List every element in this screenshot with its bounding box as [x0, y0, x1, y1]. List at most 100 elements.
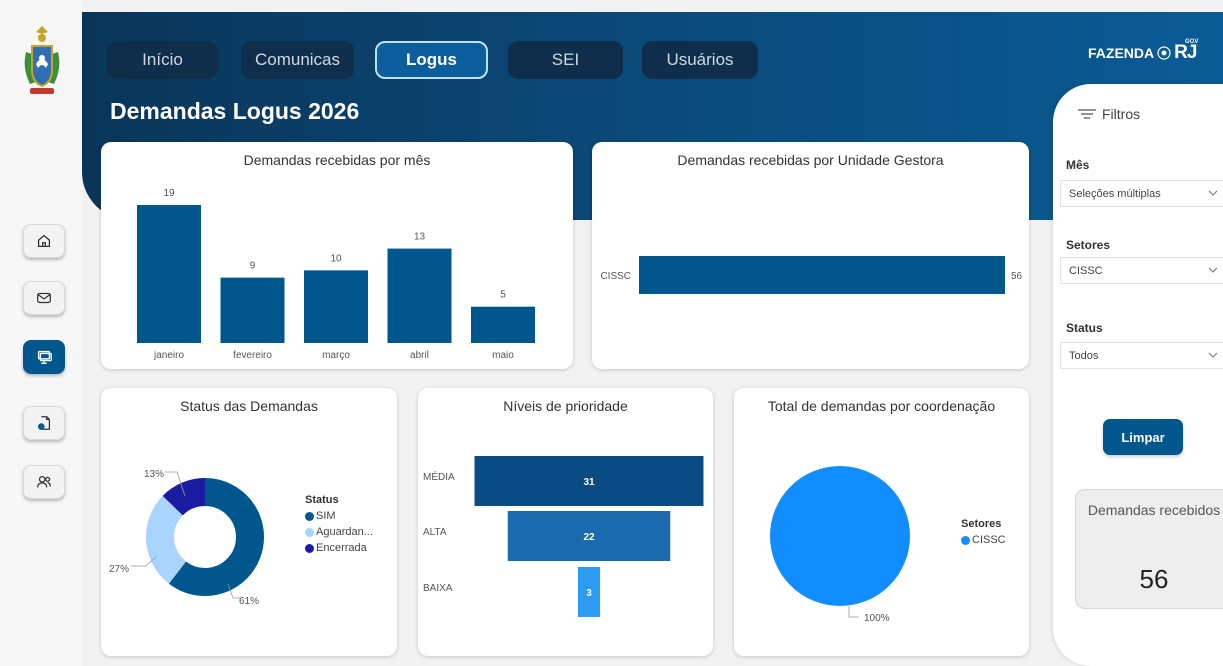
- legend-item-encerrada: Encerrada: [305, 542, 373, 554]
- x-tick-label: fevereiro: [233, 350, 272, 361]
- tab-usuarios[interactable]: Usuários: [642, 41, 758, 79]
- crest-small-icon: [1157, 46, 1171, 60]
- data-label: 61%: [239, 596, 259, 607]
- monthly-bar-chart: 19 janeiro 9 fevereiro 10 março 13 abril 5 maio: [137, 188, 535, 361]
- unit-bar-chart: CISSC 56: [600, 256, 1023, 294]
- nav-users-button[interactable]: [23, 465, 65, 499]
- legend-label: Aguardan...: [316, 526, 373, 538]
- filter-label-status: Status: [1066, 321, 1103, 335]
- data-label: 13: [414, 232, 426, 243]
- data-label: 27%: [109, 564, 129, 575]
- data-label: 10: [330, 253, 342, 264]
- document-gear-icon: [37, 416, 51, 430]
- legend-label: CISSC: [972, 534, 1006, 546]
- data-label: 5: [500, 290, 506, 301]
- bar-abril: [387, 248, 452, 343]
- chart-title-monthly: Demandas recebidas por mês: [243, 152, 431, 168]
- page-title: Demandas Logus 2026: [110, 98, 360, 124]
- filter-icon: [1078, 109, 1096, 119]
- brand-logo: FAZENDA RJ GOV: [1088, 39, 1199, 64]
- legend-item-cissc: CISSC: [961, 534, 1006, 546]
- monitor-icon: [37, 350, 52, 364]
- bar-maio: [471, 306, 535, 343]
- coord-legend: Setores CISSC: [961, 518, 1006, 546]
- category-label: BAIXA: [423, 583, 453, 594]
- chart-card-status: Status das Demandas 61% 27% 13% Status SIM…: [101, 388, 397, 656]
- mail-icon: [37, 292, 51, 304]
- tab-comunicas[interactable]: Comunicas: [241, 41, 354, 79]
- x-tick-label: março: [322, 350, 350, 361]
- filter-value-status: Todos: [1069, 349, 1099, 362]
- filter-value-mes: Seleções múltiplas: [1069, 187, 1161, 200]
- priority-funnel-chart: 31 MÉDIA 22 ALTA 3 BAIXA: [423, 456, 704, 617]
- tab-inicio[interactable]: Início: [107, 41, 218, 79]
- x-tick-label: abril: [410, 350, 429, 361]
- category-label: MÉDIA: [423, 470, 455, 483]
- legend-dot: [305, 527, 314, 537]
- clear-filters-button[interactable]: Limpar: [1103, 419, 1183, 455]
- kpi-value: 56: [1139, 564, 1169, 594]
- data-label: 9: [250, 261, 256, 272]
- data-label: 100%: [864, 613, 890, 624]
- x-tick-label: janeiro: [153, 350, 184, 361]
- chart-card-unit: Demandas recebidas por Unidade Gestora C…: [592, 142, 1029, 369]
- kpi-label: Demandas recebidos: [1087, 502, 1221, 518]
- legend-item-aguardando: Aguardan...: [305, 526, 373, 538]
- chevron-down-icon: [1208, 352, 1218, 358]
- status-legend: Status SIM Aguardan... Encerrada: [305, 494, 373, 554]
- filter-value-setores: CISSC: [1069, 264, 1103, 277]
- y-tick-label: CISSC: [600, 271, 631, 282]
- kpi-card: Demandas recebidos 56: [1075, 489, 1223, 609]
- filter-label-setores: Setores: [1066, 238, 1111, 252]
- bar-CISSC: [639, 256, 1005, 294]
- chart-title-coord: Total de demandas por coordenação: [767, 398, 996, 414]
- legend-dot: [305, 543, 314, 553]
- x-tick-label: maio: [492, 350, 514, 361]
- brand-rj: RJ: [1174, 42, 1197, 63]
- tab-sei[interactable]: SEI: [508, 41, 623, 79]
- status-legend-title: Status: [305, 494, 339, 506]
- chart-card-priority: Níveis de prioridade 31 MÉDIA 22 ALTA 3 BAIXA: [418, 388, 713, 656]
- filter-select-mes[interactable]: Seleções múltiplas: [1060, 180, 1223, 207]
- filters-panel: Filtros Mês Seleções múltiplas Setores C…: [1053, 84, 1223, 666]
- legend-dot: [961, 535, 970, 545]
- home-icon: [37, 234, 51, 248]
- chevron-down-icon: [1208, 190, 1218, 196]
- chart-card-coord: Total de demandas por coordenação 100% S…: [734, 388, 1029, 656]
- chart-title-priority: Níveis de prioridade: [503, 398, 628, 414]
- coat-of-arms-icon: [24, 26, 60, 94]
- data-label: 31: [583, 477, 595, 488]
- legend-dot: [305, 511, 314, 521]
- nav-monitor-button[interactable]: [23, 340, 65, 374]
- pie-slice-0: [770, 466, 910, 606]
- chart-card-monthly: Demandas recebidas por mês 19 janeiro 9 fev…: [101, 142, 573, 369]
- brand-gov: GOV: [1185, 39, 1199, 45]
- category-label: ALTA: [423, 527, 447, 538]
- users-icon: [37, 475, 51, 488]
- chevron-down-icon: [1208, 267, 1218, 273]
- bar-fevereiro: [220, 277, 285, 343]
- filter-select-status[interactable]: Todos: [1060, 342, 1223, 369]
- data-label: 13%: [144, 469, 164, 480]
- nav-documents-button[interactable]: [23, 406, 65, 440]
- bar-março: [304, 270, 368, 343]
- filters-title: Filtros: [1102, 106, 1141, 122]
- legend-label: SIM: [316, 510, 336, 522]
- filter-select-setores[interactable]: CISSC: [1060, 257, 1223, 284]
- nav-mail-button[interactable]: [23, 281, 65, 315]
- data-label: 3: [586, 588, 592, 599]
- data-label: 22: [583, 532, 595, 543]
- leader-line: [848, 606, 859, 618]
- legend-label: Encerrada: [316, 542, 367, 554]
- data-label: 56: [1011, 271, 1023, 282]
- brand-name: FAZENDA: [1088, 45, 1155, 61]
- filters-header: Filtros: [1077, 106, 1140, 122]
- coord-legend-title: Setores: [961, 518, 1002, 530]
- filter-label-mes: Mês: [1066, 158, 1090, 172]
- tab-logus[interactable]: Logus: [375, 41, 488, 79]
- legend-item-sim: SIM: [305, 510, 373, 522]
- chart-title-status: Status das Demandas: [180, 398, 318, 414]
- chart-title-unit: Demandas recebidas por Unidade Gestora: [677, 152, 944, 168]
- data-label: 19: [163, 188, 175, 199]
- nav-home-button[interactable]: [23, 224, 65, 258]
